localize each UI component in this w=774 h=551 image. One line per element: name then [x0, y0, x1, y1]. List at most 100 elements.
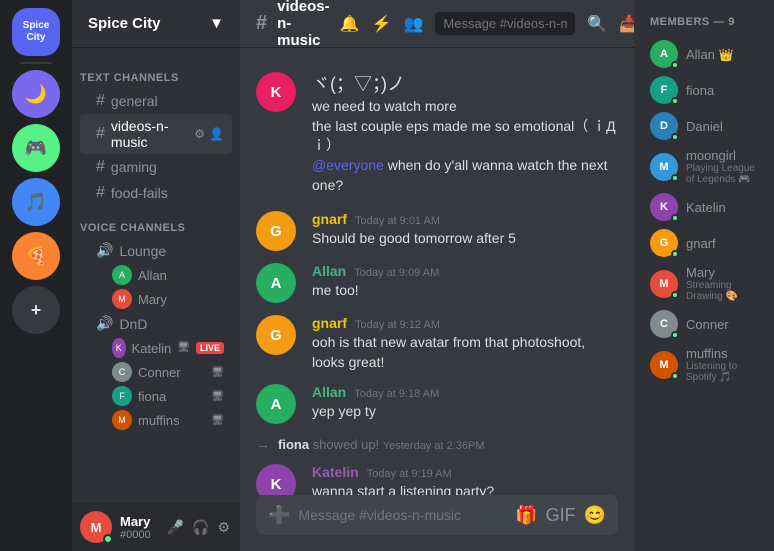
voice-channel-lounge[interactable]: 🔊 Lounge: [80, 238, 232, 263]
attach-icon[interactable]: ➕: [268, 505, 290, 526]
member-name-mary: Mary: [686, 265, 758, 280]
channel-item-videos-n-music[interactable]: # videos-n-music ⚙ 👤: [80, 114, 232, 154]
screen-icon-muffins: 🖥: [211, 415, 224, 426]
member-item-katelin[interactable]: K Katelin: [642, 189, 766, 225]
search-icon[interactable]: 🔍: [587, 14, 607, 34]
settings-icon[interactable]: ⚙: [194, 127, 205, 141]
member-item-gnarf[interactable]: G gnarf: [642, 225, 766, 261]
server-name: Spice City: [88, 15, 161, 32]
message-content-katelin: Katelin Today at 9:19 AM wanna start a l…: [312, 464, 618, 495]
server-icon-spicecity[interactable]: Spice City: [12, 8, 60, 56]
member-item-muffins[interactable]: M muffins Listening to Spotify 🎵: [642, 342, 766, 387]
voice-user-avatar-muffins: M: [112, 410, 132, 430]
message-avatar-katelin: K: [256, 464, 296, 495]
voice-user-fiona[interactable]: F fiona 🖥: [80, 384, 232, 408]
voice-user-name-allan: Allan: [138, 268, 167, 283]
message-avatar-k: K: [256, 72, 296, 112]
voice-channel-label-lounge: Lounge: [119, 243, 166, 259]
deafen-button[interactable]: 🎧: [190, 517, 211, 538]
member-item-conner[interactable]: C Conner: [642, 306, 766, 342]
members-icon[interactable]: 👥: [403, 14, 423, 34]
message-avatar-allan-2: A: [256, 384, 296, 424]
server-icon-3[interactable]: 🎵: [12, 178, 60, 226]
voice-channel-dnd[interactable]: 🔊 DnD: [80, 311, 232, 336]
add-server-icon[interactable]: +: [12, 286, 60, 334]
msg-text-katelin: wanna start a listening party?: [312, 482, 618, 495]
message-group-katelin: K Katelin Today at 9:19 AM wanna start a…: [240, 460, 634, 495]
voice-channel-label-dnd: DnD: [119, 316, 147, 332]
channel-item-general[interactable]: # general: [80, 88, 232, 114]
msg-timestamp-allan: Today at 9:09 AM: [354, 267, 439, 279]
member-avatar-daniel: D: [650, 112, 678, 140]
message-content-gnarf: gnarf Today at 9:01 AM Should be good to…: [312, 211, 618, 251]
member-name-conner: Conner: [686, 317, 758, 332]
chat-input[interactable]: [298, 495, 507, 535]
member-status-fiona: [671, 97, 679, 105]
channel-label-food-fails: food-fails: [111, 185, 168, 201]
chat-main: # videos-n-music 🔔 ⚡ 👥 🔍 📥 ❓ K ヾ(；▽；)ノ w…: [240, 0, 634, 551]
msg-timestamp-gnarf-2: Today at 9:12 AM: [355, 319, 440, 331]
members-sidebar: MEMBERS — 9 A Allan 👑 F fiona D Daniel M…: [634, 0, 774, 551]
member-item-moongirl[interactable]: M moongirl Playing League of Legends 🎮: [642, 144, 766, 189]
msg-text-allan-2: yep yep ty: [312, 402, 618, 422]
channel-sidebar: Spice City ▼ TEXT CHANNELS # general # v…: [72, 0, 240, 551]
voice-user-mary[interactable]: M Mary: [80, 287, 232, 311]
member-status-moongirl: [671, 174, 679, 182]
voice-user-avatar-conner: C: [112, 362, 132, 382]
voice-user-allan[interactable]: A Allan: [80, 263, 232, 287]
member-item-fiona[interactable]: F fiona: [642, 72, 766, 108]
user-settings-button[interactable]: ⚙: [215, 517, 232, 538]
speaker-icon-dnd: 🔊: [96, 315, 113, 332]
voice-user-katelin[interactable]: K Katelin 🖥 LIVE: [80, 336, 232, 360]
voice-user-muffins[interactable]: M muffins 🖥: [80, 408, 232, 432]
member-item-mary[interactable]: M Mary Streaming Drawing 🎨: [642, 261, 766, 306]
channel-item-gaming[interactable]: # gaming: [80, 154, 232, 180]
hash-icon: #: [96, 92, 105, 110]
msg-author-katelin: Katelin: [312, 464, 359, 480]
voice-user-name-conner: Conner: [138, 365, 181, 380]
channel-item-food-fails[interactable]: # food-fails: [80, 180, 232, 206]
mute-button[interactable]: 🎤: [165, 517, 186, 538]
message-group-gnarf-2: G gnarf Today at 9:12 AM ooh is that new…: [240, 311, 634, 376]
message-header-allan-2: Allan Today at 9:18 AM: [312, 384, 618, 400]
member-avatar-moongirl: M: [650, 153, 678, 181]
server-icon-2[interactable]: 🎮: [12, 124, 60, 172]
members-header: MEMBERS — 9: [642, 16, 766, 28]
chat-header-actions: 🔔 ⚡ 👥 🔍 📥 ❓: [340, 12, 672, 35]
user-name: Mary: [120, 514, 157, 529]
channel-label-gaming: gaming: [111, 159, 157, 175]
hash-icon: #: [96, 125, 105, 143]
member-name-moongirl: moongirl: [686, 148, 758, 163]
lightning-icon[interactable]: ⚡: [372, 14, 392, 34]
voice-user-avatar-fiona: F: [112, 386, 132, 406]
msg-text-gnarf-1: Should be good tomorrow after 5: [312, 229, 618, 249]
message-text-1b: we need to watch more: [312, 97, 618, 117]
server-icon-4[interactable]: 🍕: [12, 232, 60, 280]
message-header-allan: Allan Today at 9:09 AM: [312, 263, 618, 279]
add-icon[interactable]: 👤: [209, 127, 224, 141]
server-icon-1[interactable]: 🌙: [12, 70, 60, 118]
gift-icon[interactable]: 🎁: [515, 505, 537, 526]
msg-timestamp-gnarf: Today at 9:01 AM: [355, 215, 440, 227]
emoji-icon[interactable]: 😊: [584, 505, 606, 526]
message-avatar-allan: A: [256, 263, 296, 303]
server-name-bar[interactable]: Spice City ▼: [72, 0, 240, 48]
member-item-allan[interactable]: A Allan 👑: [642, 36, 766, 72]
gif-icon[interactable]: GIF: [546, 505, 576, 526]
search-input[interactable]: [435, 12, 575, 35]
member-item-daniel[interactable]: D Daniel: [642, 108, 766, 144]
hash-icon: #: [96, 158, 105, 176]
member-name-fiona: fiona: [686, 83, 758, 98]
member-avatar-katelin: K: [650, 193, 678, 221]
message-header-gnarf: gnarf Today at 9:01 AM: [312, 211, 618, 227]
msg-text-allan: me too!: [312, 281, 618, 301]
user-tag: #0000: [120, 529, 157, 541]
member-status-mary: [671, 291, 679, 299]
msg-text-gnarf-2: ooh is that new avatar from that photosh…: [312, 333, 618, 372]
server-chevron: ▼: [209, 15, 224, 32]
voice-user-conner[interactable]: C Conner 🖥: [80, 360, 232, 384]
channel-header-name: videos-n-music: [277, 0, 330, 49]
server-divider: [20, 62, 52, 64]
chat-input-box: ➕ 🎁 GIF 😊: [256, 495, 618, 535]
bell-icon[interactable]: 🔔: [340, 14, 360, 34]
